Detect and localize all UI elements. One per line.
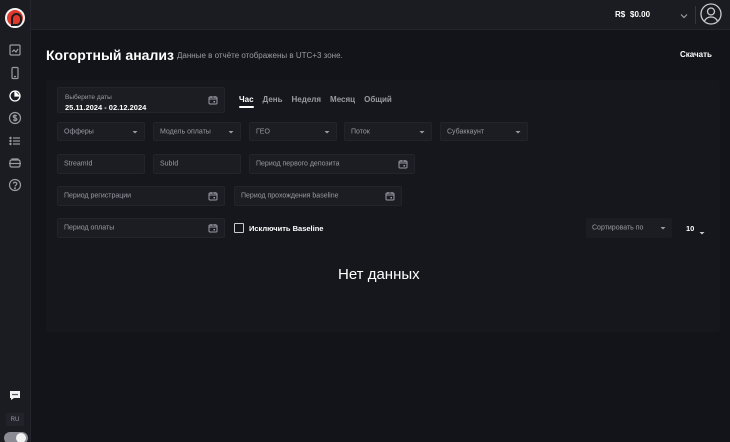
- tab-hour[interactable]: Час: [239, 95, 254, 108]
- chevron-down-icon: [659, 224, 667, 232]
- calendar-icon: [208, 191, 218, 201]
- baseline-period-placeholder: Период прохождения baseline: [241, 192, 339, 200]
- currency-label: R$: [615, 10, 626, 19]
- chevron-down-icon: [131, 128, 139, 136]
- empty-state-message: Нет данных: [338, 266, 420, 283]
- user-avatar-icon[interactable]: [700, 3, 722, 25]
- download-button[interactable]: Скачать: [680, 50, 712, 59]
- subaccount-select[interactable]: Субаккаунт: [440, 122, 528, 141]
- language-switch[interactable]: RU: [6, 413, 24, 426]
- date-range-value: 25.11.2024 - 02.12.2024: [65, 103, 147, 112]
- filters-panel: [46, 80, 720, 332]
- offers-select[interactable]: Офферы: [57, 122, 145, 141]
- first-deposit-period-placeholder: Период первого депозита: [256, 160, 340, 168]
- geo-select[interactable]: ГЕО: [249, 122, 337, 141]
- stream-placeholder: Поток: [351, 128, 370, 135]
- calendar-icon: [385, 191, 395, 201]
- offers-placeholder: Офферы: [64, 128, 94, 135]
- mobile-icon[interactable]: [8, 66, 22, 80]
- help-icon[interactable]: [8, 178, 22, 192]
- chevron-down-icon: [227, 128, 235, 136]
- tab-day[interactable]: День: [263, 95, 283, 108]
- topbar: R$ $0.00: [31, 0, 730, 30]
- chevron-down-icon[interactable]: [679, 8, 689, 19]
- page-subtitle: Данные в отчёте отображены в UTC+3 зоне.: [177, 51, 343, 60]
- registration-period-placeholder: Период регистрации: [64, 192, 132, 200]
- tab-month[interactable]: Месяц: [330, 95, 355, 108]
- exclude-baseline-label: Исключить Baseline: [249, 224, 324, 233]
- page-title: Когортный анализ: [46, 47, 174, 63]
- period-tabs: Час День Неделя Месяц Общий: [239, 95, 401, 108]
- sort-by-select[interactable]: Сортировать по: [586, 218, 672, 238]
- logo[interactable]: [5, 8, 25, 28]
- payment-model-select[interactable]: Модель оплаты: [153, 122, 241, 141]
- divider: [695, 6, 696, 24]
- subid-placeholder: SubId: [160, 160, 179, 168]
- balance-value[interactable]: $0.00: [630, 10, 650, 19]
- dashboard-icon[interactable]: [8, 43, 22, 57]
- stream-select[interactable]: Поток: [344, 122, 432, 141]
- list-icon[interactable]: [8, 134, 22, 148]
- date-range-picker[interactable]: Выберите даты 25.11.2024 - 02.12.2024: [57, 87, 225, 113]
- payment-model-placeholder: Модель оплаты: [160, 128, 211, 135]
- tab-total[interactable]: Общий: [364, 95, 392, 108]
- first-deposit-period-picker[interactable]: Период первого депозита: [249, 154, 415, 174]
- chevron-down-icon: [514, 128, 522, 136]
- exclude-baseline-checkbox[interactable]: [234, 223, 244, 233]
- sidebar: RU: [0, 0, 31, 442]
- pie-chart-icon[interactable]: [8, 89, 22, 103]
- sort-by-placeholder: Сортировать по: [592, 224, 644, 232]
- date-range-label: Выберите даты: [65, 94, 112, 101]
- payment-period-picker[interactable]: Период оплаты: [57, 218, 225, 238]
- chevron-down-icon[interactable]: [698, 224, 706, 235]
- calendar-icon: [208, 95, 218, 105]
- baseline-period-picker[interactable]: Период прохождения baseline: [234, 186, 402, 206]
- chevron-down-icon: [323, 128, 331, 136]
- chat-icon[interactable]: [8, 388, 22, 402]
- dollar-icon[interactable]: [8, 111, 22, 125]
- theme-toggle[interactable]: [4, 432, 28, 442]
- geo-placeholder: ГЕО: [256, 128, 270, 135]
- support-icon[interactable]: [8, 156, 22, 170]
- registration-period-picker[interactable]: Период регистрации: [57, 186, 225, 206]
- streamid-placeholder: StreamId: [64, 160, 93, 168]
- calendar-icon: [208, 223, 218, 233]
- payment-period-placeholder: Период оплаты: [64, 224, 115, 232]
- subid-input[interactable]: SubId: [153, 154, 241, 174]
- subaccount-placeholder: Субаккаунт: [447, 128, 485, 135]
- tab-week[interactable]: Неделя: [292, 95, 322, 108]
- per-page-select[interactable]: 10: [686, 224, 694, 233]
- calendar-icon: [398, 159, 408, 169]
- chevron-down-icon: [418, 128, 426, 136]
- streamid-input[interactable]: StreamId: [57, 154, 145, 174]
